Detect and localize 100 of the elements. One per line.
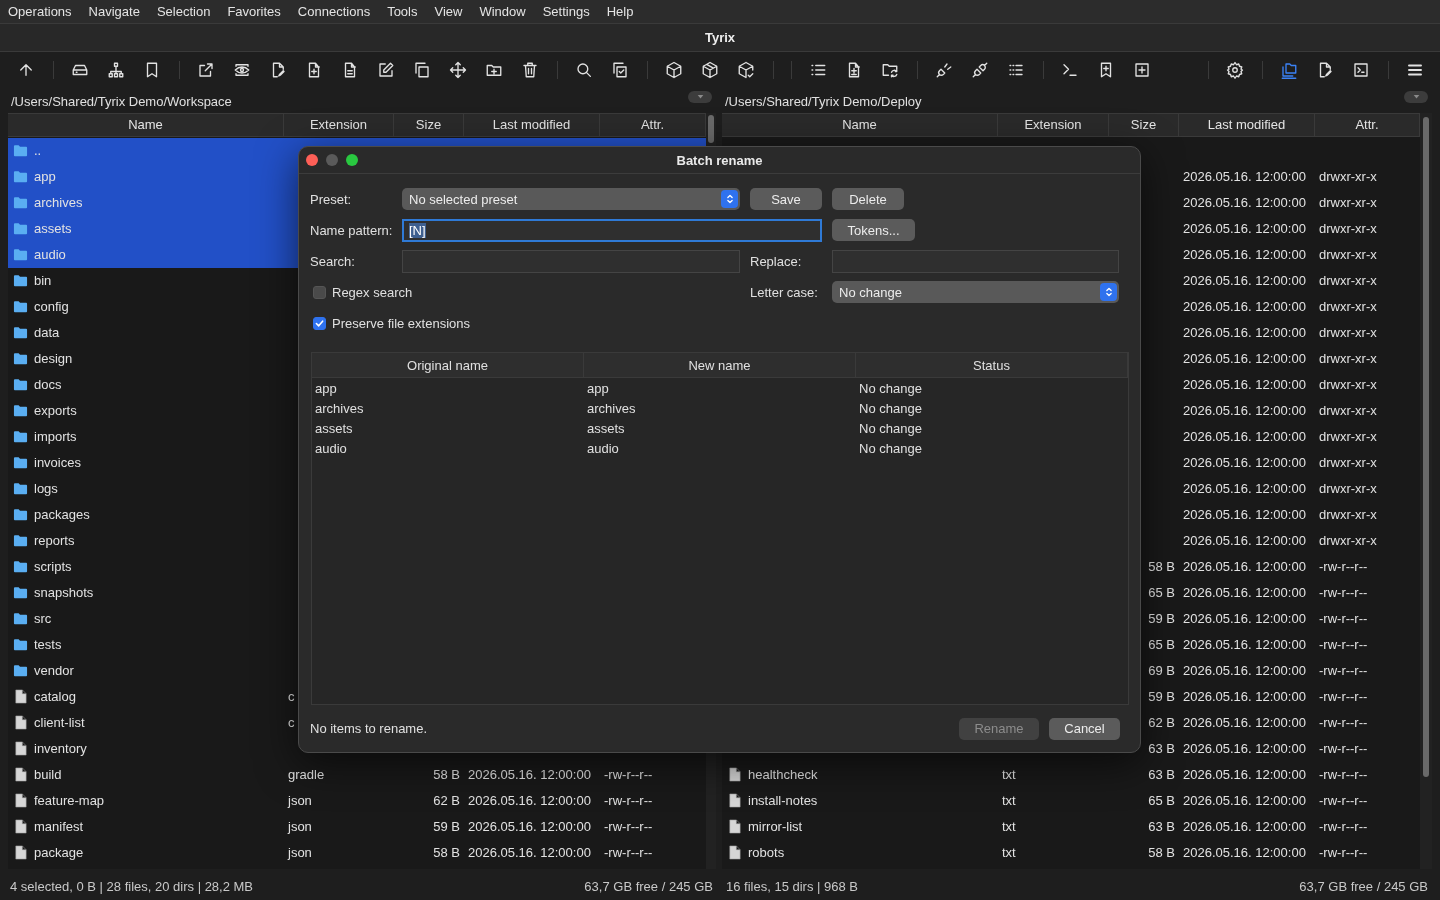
table-cell-text: archives [314,400,365,416]
file-extension: txt [1002,819,1016,835]
modified-date: 2026.05.16. 12:00:00 [1183,767,1306,783]
modified-date: 2026.05.16. 12:00:00 [1183,611,1306,627]
file-attributes: -rw-r--r-- [1319,689,1368,705]
file-attributes: -rw-r--r-- [1319,767,1368,783]
file-attributes: -rw-r--r-- [1319,559,1368,575]
file-name: audio [34,247,66,263]
modified-date: 2026.05.16. 12:00:00 [1183,221,1306,237]
modified-date: 2026.05.16. 12:00:00 [1183,559,1306,575]
disk-free-text: 63,7 GB free / 245 GB [1299,878,1428,894]
modified-date: 2026.05.16. 12:00:00 [1183,715,1306,731]
file-size: 58 B [433,845,460,861]
status-text: 4 selected, 0 B | 28 files, 20 dirs | 28,2 MB [10,878,254,894]
file-attributes: drwxr-xr-x [1319,221,1377,237]
file-size: 63 B [1148,767,1175,783]
file-name: app [34,169,56,185]
file-name: data [34,325,60,341]
file-name: design [34,351,73,367]
file-name: mirror-list [748,819,803,835]
file-attributes: drwxr-xr-x [1319,351,1377,367]
file-name: imports [34,429,77,445]
file-name: logs [34,481,58,497]
modified-date: 2026.05.16. 12:00:00 [1183,793,1306,809]
file-extension: txt [1002,767,1016,783]
file-name: .. [34,143,42,159]
file-name: archives [34,195,83,211]
file-size: 63 B [1148,819,1175,835]
modified-date: 2026.05.16. 12:00:00 [1183,663,1306,679]
field-label: Name pattern: [310,222,394,238]
file-name: reports [34,533,75,549]
file-name: inventory [34,741,87,757]
file-attributes: drwxr-xr-x [1319,377,1377,393]
file-name: bin [34,273,52,289]
modified-date: 2026.05.16. 12:00:00 [1183,169,1306,185]
table-cell-text: No change [858,440,923,456]
status-text: 16 files, 15 dirs | 968 B [726,878,858,894]
modified-date: 2026.05.16. 12:00:00 [1183,247,1306,263]
modified-date: 2026.05.16. 12:00:00 [1183,481,1306,497]
field-label: Search: [310,253,356,269]
field-label: Letter case: [750,284,819,300]
table-cell-text: No change [858,420,923,436]
file-extension: json [288,845,312,861]
file-name: feature-map [34,793,105,809]
path-label: /Users/Shared/Tyrix Demo/Deploy [724,93,922,111]
file-name: config [34,299,69,315]
modified-date: 2026.05.16. 12:00:00 [1183,299,1306,315]
file-name: scripts [34,559,72,575]
file-name: package [34,845,84,861]
file-name: build [34,767,62,783]
file-attributes: -rw-r--r-- [604,845,653,861]
file-extension: gradle [288,767,325,783]
modified-date: 2026.05.16. 12:00:00 [1183,741,1306,757]
file-name: docs [34,377,62,393]
path-label: /Users/Shared/Tyrix Demo/Workspace [10,93,232,111]
modified-date: 2026.05.16. 12:00:00 [468,793,591,809]
file-extension: txt [1002,845,1016,861]
modified-date: 2026.05.16. 12:00:00 [468,819,591,835]
window-title: Tyrix [704,29,736,45]
modified-date: 2026.05.16. 12:00:00 [1183,455,1306,471]
file-size: 58 B [433,767,460,783]
file-name: exports [34,403,77,419]
modified-date: 2026.05.16. 12:00:00 [1183,273,1306,289]
table-cell-text: audio [586,440,620,456]
modified-date: 2026.05.16. 12:00:00 [1183,429,1306,445]
file-attributes: drwxr-xr-x [1319,299,1377,315]
field-label: Preset: [310,191,353,207]
file-name: robots [748,845,785,861]
file-size: 69 B [1148,663,1175,679]
modified-date: 2026.05.16. 12:00:00 [1183,819,1306,835]
modified-date: 2026.05.16. 12:00:00 [468,845,591,861]
modified-date: 2026.05.16. 12:00:00 [1183,637,1306,653]
file-size: 59 B [1148,611,1175,627]
file-extension: json [288,793,312,809]
modified-date: 2026.05.16. 12:00:00 [1183,195,1306,211]
file-attributes: -rw-r--r-- [1319,637,1368,653]
modified-date: 2026.05.16. 12:00:00 [468,767,591,783]
file-attributes: drwxr-xr-x [1319,455,1377,471]
file-name: manifest [34,819,84,835]
file-extension: c [288,689,295,705]
modified-date: 2026.05.16. 12:00:00 [1183,325,1306,341]
file-size: 59 B [433,819,460,835]
checkbox-label: Preserve file extensions [332,315,470,331]
file-size: 58 B [1148,559,1175,575]
file-attributes: drwxr-xr-x [1319,325,1377,341]
file-attributes: -rw-r--r-- [1319,793,1368,809]
modified-date: 2026.05.16. 12:00:00 [1183,377,1306,393]
file-name: healthcheck [748,767,818,783]
file-size: 62 B [1148,715,1175,731]
field-label: Replace: [750,253,803,269]
file-name: snapshots [34,585,94,601]
file-size: 65 B [1148,793,1175,809]
table-cell-text: assets [314,420,354,436]
modified-date: 2026.05.16. 12:00:00 [1183,585,1306,601]
table-cell-text: app [314,380,338,396]
file-attributes: drwxr-xr-x [1319,195,1377,211]
disk-free-text: 63,7 GB free / 245 GB [584,878,713,894]
file-attributes: drwxr-xr-x [1319,507,1377,523]
file-name: tests [34,637,62,653]
modified-date: 2026.05.16. 12:00:00 [1183,689,1306,705]
